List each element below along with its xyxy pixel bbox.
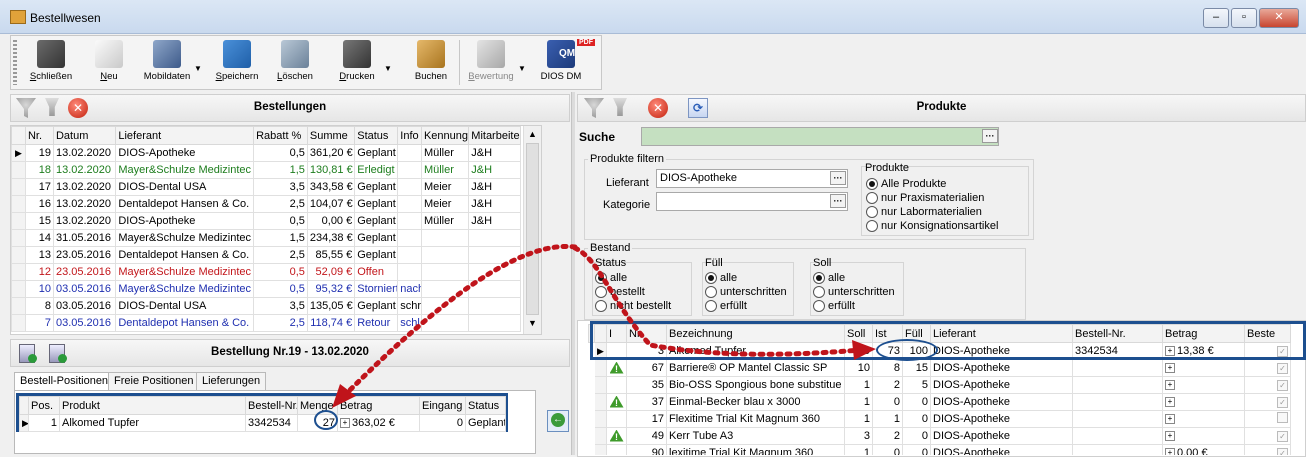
annotation-arrows: [332, 243, 876, 408]
arrow-to-ist: [572, 245, 863, 357]
arrow-head-ist: [852, 340, 876, 360]
arrow-to-menge: [342, 243, 578, 398]
